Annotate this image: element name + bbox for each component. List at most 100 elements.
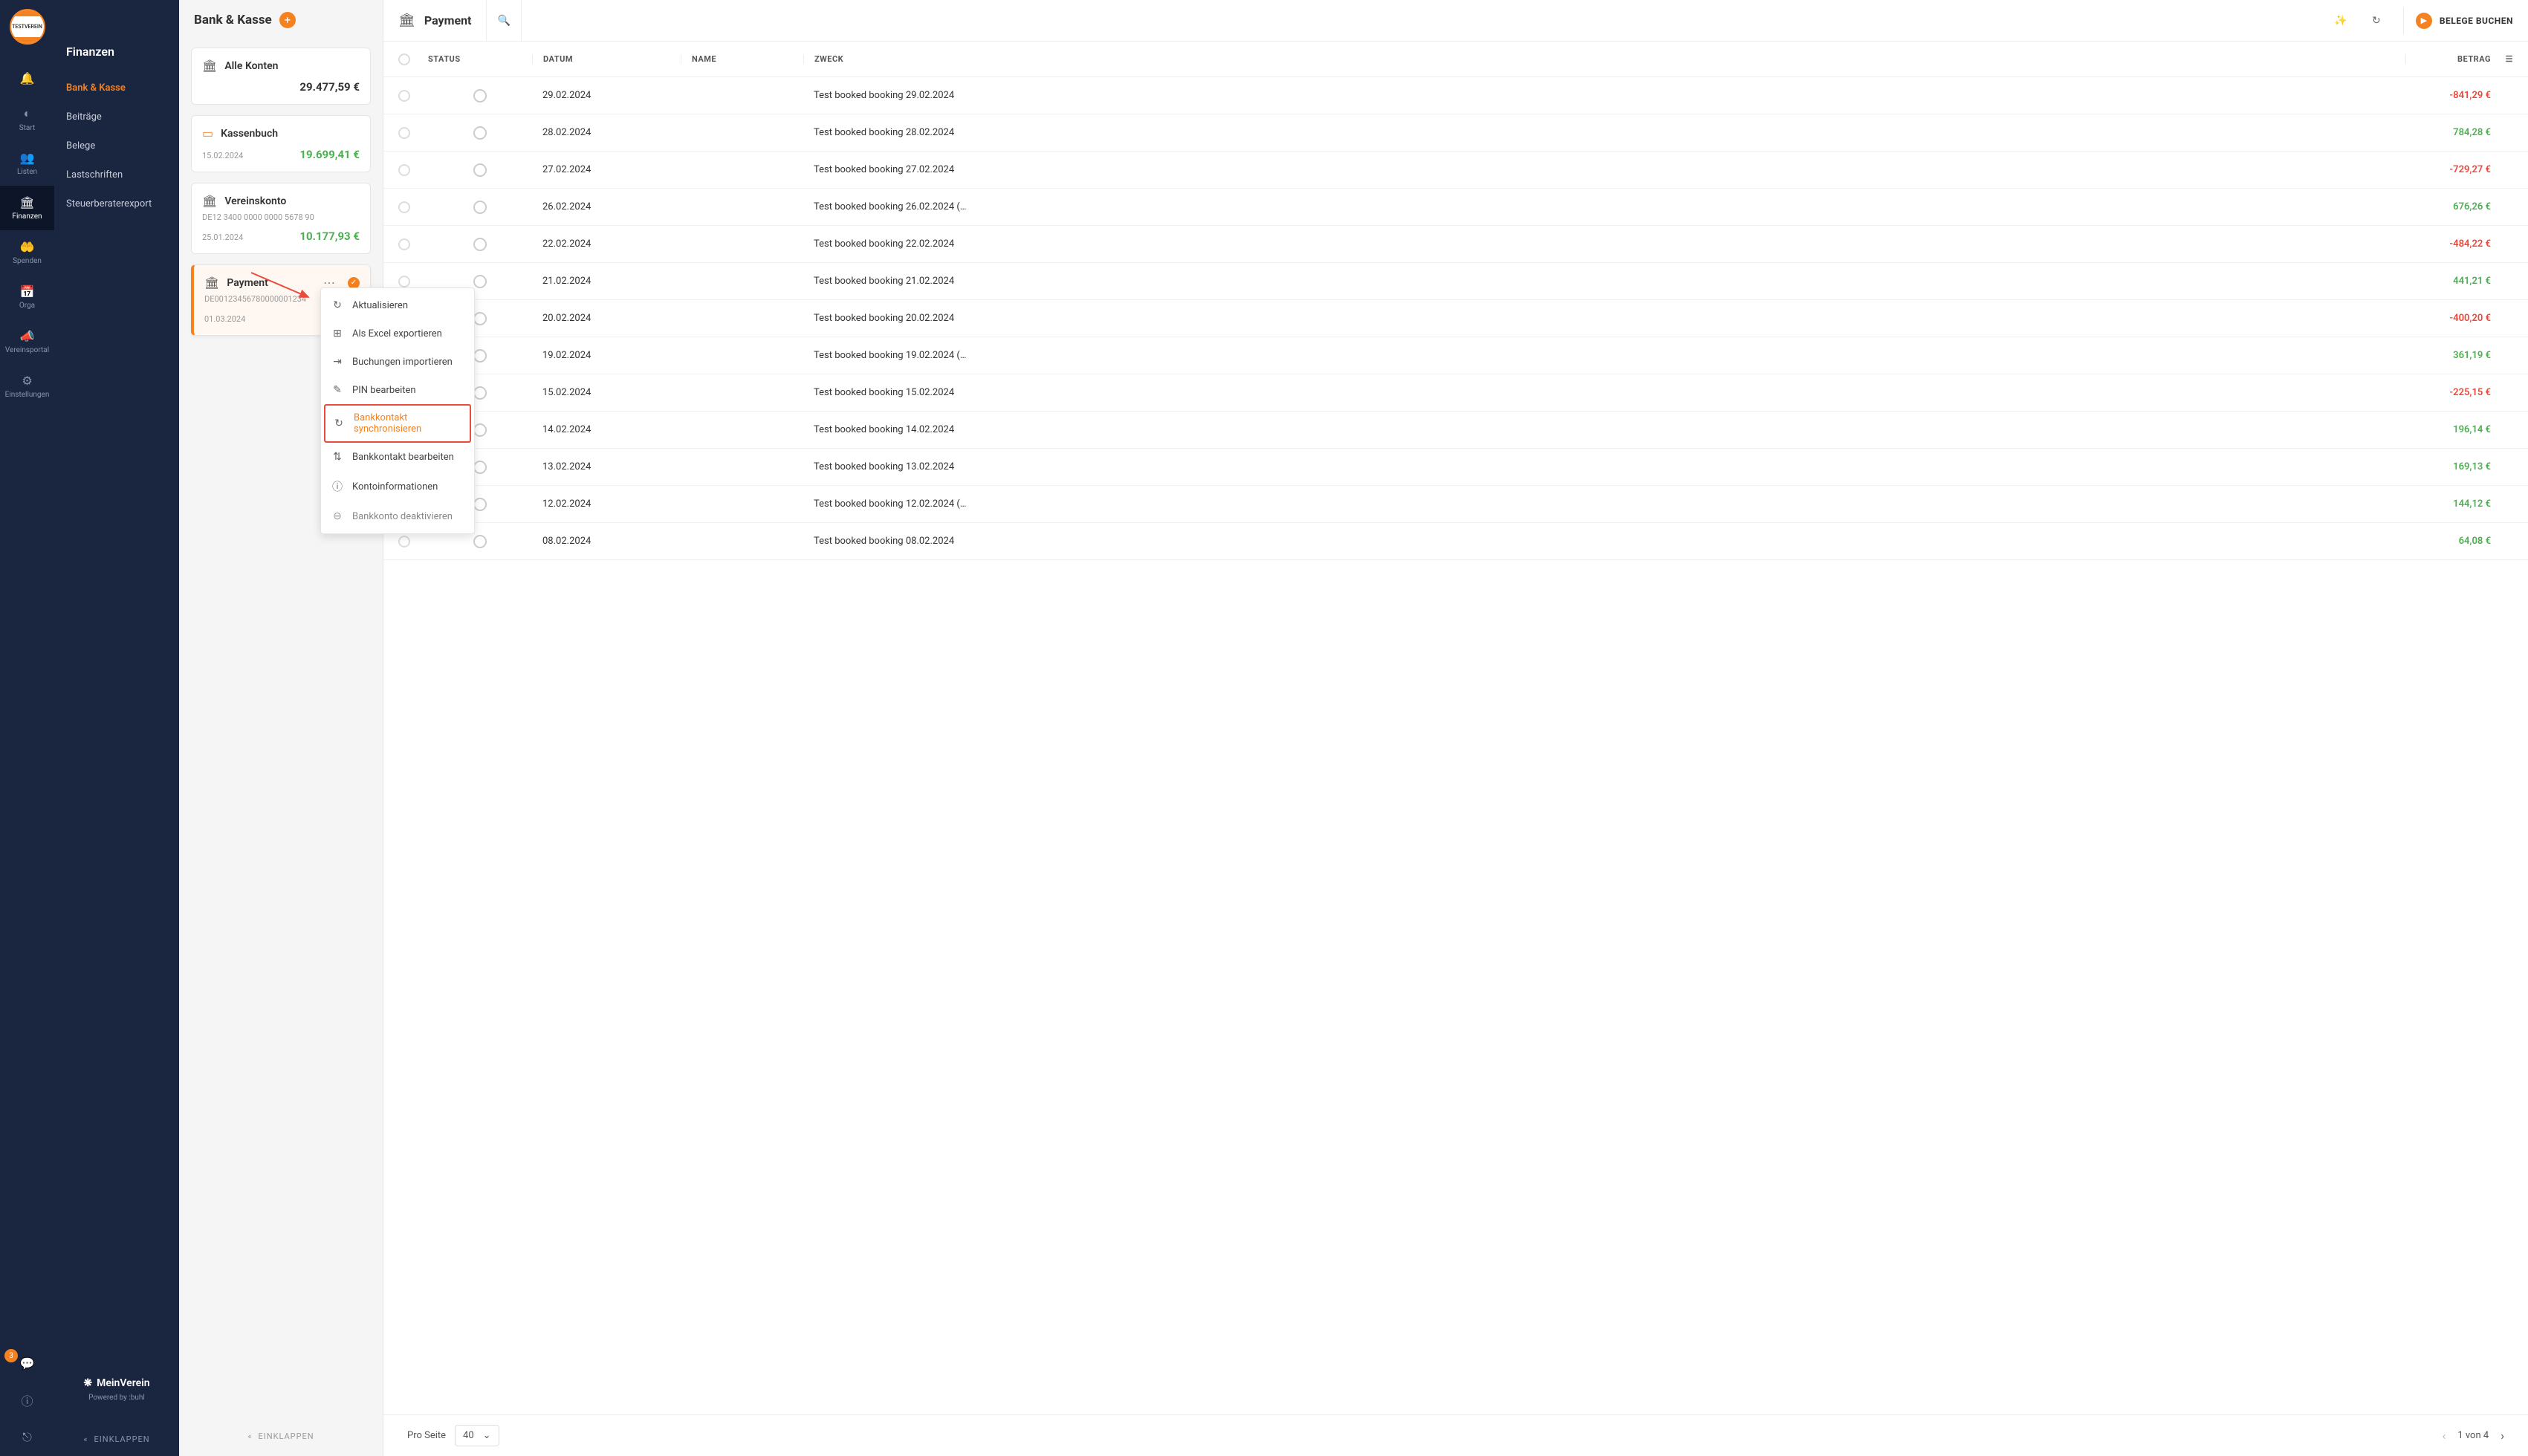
row-checkbox[interactable] (398, 536, 410, 547)
row-amount: -841,29 € (2405, 90, 2491, 101)
row-amount: 784,28 € (2405, 127, 2491, 138)
nav-notifications[interactable]: 🔔 (0, 59, 54, 97)
row-checkbox[interactable] (398, 127, 410, 139)
subnav-lastschriften[interactable]: Lastschriften (54, 160, 179, 189)
account-card-vereinskonto[interactable]: 🏛 Vereinskonto DE12 3400 0000 0000 5678 … (191, 183, 371, 254)
bank-icon: 🏛 (19, 195, 34, 209)
account-card-all[interactable]: 🏛 Alle Konten 29.477,59 € (191, 48, 371, 105)
account-card-kassenbuch[interactable]: ▭ Kassenbuch 15.02.2024 19.699,41 € (191, 115, 371, 172)
nav-spenden[interactable]: 🤲Spenden (0, 230, 54, 275)
select-all-checkbox[interactable] (398, 53, 410, 65)
row-amount: -484,22 € (2405, 238, 2491, 250)
table-row[interactable]: 19.02.2024Test booked booking 19.02.2024… (383, 337, 2528, 374)
row-checkbox[interactable] (398, 276, 410, 287)
ctx-deactivate[interactable]: ⊖Bankkonto deaktivieren (321, 502, 474, 530)
row-date: 12.02.2024 (532, 498, 681, 510)
nav-finanzen[interactable]: 🏛Finanzen (0, 186, 54, 230)
import-icon: ⇥ (331, 356, 343, 368)
account-balance: 10.177,93 € (299, 230, 360, 243)
org-logo[interactable]: TESTVEREIN (10, 9, 45, 45)
col-status[interactable]: STATUS (428, 54, 532, 64)
table-row[interactable]: 15.02.2024Test booked booking 15.02.2024… (383, 374, 2528, 412)
row-date: 22.02.2024 (532, 238, 681, 250)
nav-info[interactable]: ⓘ (0, 1382, 54, 1419)
next-page-button[interactable]: › (2501, 1429, 2504, 1443)
row-date: 14.02.2024 (532, 424, 681, 435)
table-row[interactable]: 29.02.2024Test booked booking 29.02.2024… (383, 77, 2528, 114)
ctx-import-bookings[interactable]: ⇥ Buchungen importieren (321, 348, 474, 376)
subnav-steuerberaterexport[interactable]: Steuerberaterexport (54, 189, 179, 218)
subnav-bank-kasse[interactable]: Bank & Kasse (54, 74, 179, 103)
add-account-button[interactable]: + (279, 12, 296, 28)
page-title: Payment (424, 13, 472, 27)
nav-listen[interactable]: 👥Listen (0, 141, 54, 186)
column-settings-button[interactable]: ☰ (2491, 54, 2513, 64)
sub-sidebar: Finanzen Bank & Kasse Beiträge Belege La… (54, 0, 179, 1456)
row-checkbox[interactable] (398, 201, 410, 213)
nav-einstellungen[interactable]: ⚙Einstellungen (0, 364, 54, 409)
table-footer: Pro Seite 40 ⌄ ‹ 1 von 4 › (383, 1414, 2528, 1456)
ctx-label: Bankkonto deaktivieren (352, 511, 453, 522)
col-name[interactable]: NAME (681, 54, 803, 64)
status-indicator-icon (473, 461, 487, 474)
table-row[interactable]: 08.02.2024Test booked booking 08.02.2024… (383, 523, 2528, 560)
prev-page-button[interactable]: ‹ (2443, 1429, 2446, 1443)
row-date: 20.02.2024 (532, 313, 681, 324)
collapse-label: EINKLAPPEN (94, 1434, 149, 1444)
ctx-edit-pin[interactable]: ✎PIN bearbeiten (321, 376, 474, 404)
row-checkbox[interactable] (398, 90, 410, 102)
row-purpose: Test booked booking 08.02.2024 (803, 536, 2405, 547)
table-body: 29.02.2024Test booked booking 29.02.2024… (383, 77, 2528, 1414)
refresh-button[interactable]: ↻ (2362, 6, 2391, 36)
ctx-export-excel[interactable]: ⊞Als Excel exportieren (321, 319, 474, 348)
subnav-beitraege[interactable]: Beiträge (54, 103, 179, 131)
table-row[interactable]: 21.02.2024Test booked booking 21.02.2024… (383, 263, 2528, 300)
page-size-value: 40 (463, 1430, 474, 1441)
ctx-refresh[interactable]: ↻Aktualisieren (321, 291, 474, 319)
table-row[interactable]: 26.02.2024Test booked booking 26.02.2024… (383, 189, 2528, 226)
belege-buchen-button[interactable]: ▶ BELEGE BUCHEN (2416, 13, 2513, 29)
nav-label: Start (19, 124, 36, 132)
ctx-sync-bank[interactable]: ↻Bankkontakt synchronisieren (324, 404, 471, 443)
row-amount: -400,20 € (2405, 313, 2491, 324)
status-indicator-icon (473, 386, 487, 400)
status-indicator-icon (473, 349, 487, 363)
row-amount: -225,15 € (2405, 387, 2491, 398)
table-row[interactable]: 28.02.2024Test booked booking 28.02.2024… (383, 114, 2528, 152)
table-row[interactable]: 27.02.2024Test booked booking 27.02.2024… (383, 152, 2528, 189)
collapse-accounts-button[interactable]: « EINKLAPPEN (179, 1417, 383, 1456)
status-indicator-icon (473, 535, 487, 548)
row-checkbox[interactable] (398, 164, 410, 176)
ctx-label: Buchungen importieren (352, 357, 453, 368)
col-amount[interactable]: BETRAG (2405, 54, 2491, 64)
status-indicator-icon (473, 89, 487, 103)
badge-count: 3 (4, 1349, 18, 1362)
table-row[interactable]: 12.02.2024Test booked booking 12.02.2024… (383, 486, 2528, 523)
row-purpose: Test booked booking 29.02.2024 (803, 90, 2405, 101)
col-date[interactable]: DATUM (532, 54, 681, 64)
account-card-payment[interactable]: 🏛 Payment ⋯ ✓ DE00123456780000001234 01.… (191, 264, 371, 336)
nav-messages[interactable]: 3 💬 (0, 1345, 54, 1382)
row-date: 21.02.2024 (532, 276, 681, 287)
status-indicator-icon (473, 498, 487, 511)
collapse-sidebar-button[interactable]: « EINKLAPPEN (54, 1417, 179, 1456)
page-size-select[interactable]: 40 ⌄ (455, 1425, 499, 1446)
table-row[interactable]: 14.02.2024Test booked booking 14.02.2024… (383, 412, 2528, 449)
ctx-edit-bank[interactable]: ⇅Bankkontakt bearbeiten (321, 443, 474, 471)
nav-vereinsportal[interactable]: 📣Vereinsportal (0, 319, 54, 364)
nav-start[interactable]: ◐Start (0, 97, 54, 141)
search-button[interactable]: 🔍 (486, 0, 522, 42)
table-row[interactable]: 22.02.2024Test booked booking 22.02.2024… (383, 226, 2528, 263)
col-purpose[interactable]: ZWECK (803, 54, 2405, 64)
table-row[interactable]: 13.02.2024Test booked booking 13.02.2024… (383, 449, 2528, 486)
row-date: 15.02.2024 (532, 387, 681, 398)
nav-orga[interactable]: 📅Orga (0, 275, 54, 319)
ctx-account-info[interactable]: ⓘKontoinformationen (321, 471, 474, 502)
nav-logout[interactable]: ⎋ (0, 1419, 54, 1456)
row-checkbox[interactable] (398, 238, 410, 250)
magic-button[interactable]: ✨ (2326, 6, 2356, 36)
excel-icon: ⊞ (331, 328, 343, 339)
table-row[interactable]: 20.02.2024Test booked booking 20.02.2024… (383, 300, 2528, 337)
refresh-icon: ↻ (2372, 15, 2381, 27)
subnav-belege[interactable]: Belege (54, 131, 179, 160)
